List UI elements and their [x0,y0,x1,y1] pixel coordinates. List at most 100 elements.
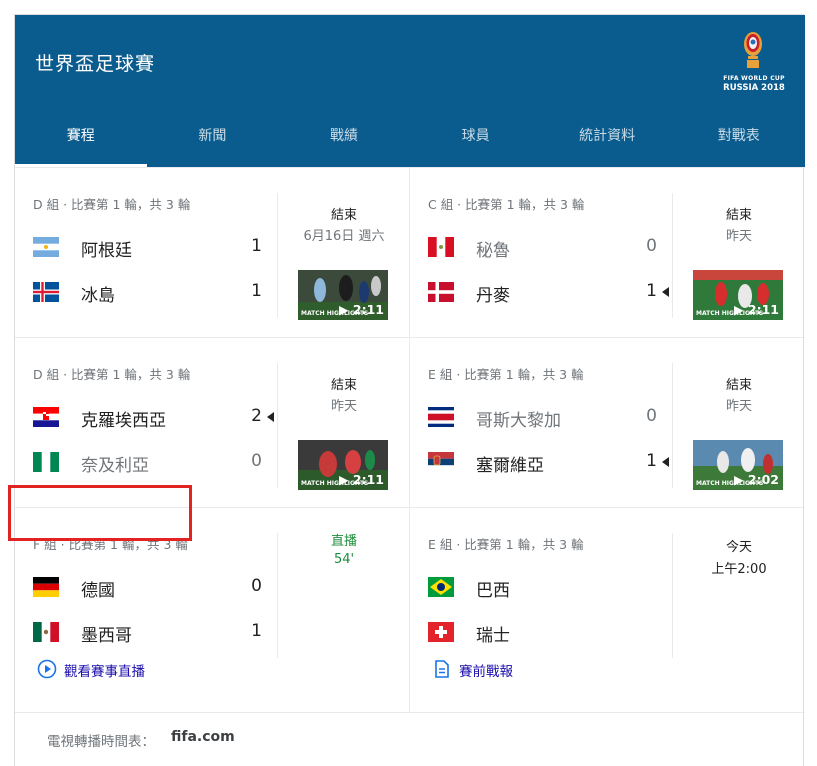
match-grid: D 組 · 比賽第 1 輪，共 3 輪 阿根廷 1 冰島 1 結束 6月16日 … [15,167,805,712]
trophy-icon [744,32,762,68]
team-name: 瑞士 [476,626,510,646]
watch-live-label: 觀看賽事直播 [64,664,145,680]
match-group-label: E 組 · 比賽第 1 輪，共 3 輪 [428,537,584,552]
home-team-row: 德國 0 [33,574,273,601]
team-name: 塞爾維亞 [476,456,544,476]
team-score: 0 [646,406,657,426]
tab-stats[interactable]: 統計資料 [541,115,673,167]
match-date: 昨天 [330,399,357,414]
home-team-row: 秘魯 0 [428,234,668,261]
tab-standings[interactable]: 戰績 [278,115,410,167]
team-name: 丹麥 [476,286,510,306]
match-card[interactable]: D 組 · 比賽第 1 輪，共 3 輪 克羅埃西亞 2 奈及利亞 0 結束 昨天 [15,337,410,507]
tab-players[interactable]: 球員 [410,115,542,167]
nigeria-flag-icon [33,452,59,472]
match-status: 結束 [725,208,752,223]
live-minute: 54' [333,552,355,567]
winner-indicator-icon [662,287,669,297]
world-cup-logo: FIFA WORLD CUP RUSSIA 2018 [723,31,785,93]
team-score: 0 [251,451,262,471]
match-group-label: C 組 · 比賽第 1 輪，共 3 輪 [428,197,585,212]
team-name: 哥斯大黎加 [476,411,561,431]
team-score: 1 [646,451,657,471]
tab-bracket[interactable]: 對戰表 [673,115,805,167]
video-duration: ▶ 2:11 [338,302,384,317]
team-name: 阿根廷 [81,241,132,261]
tab-schedule[interactable]: 賽程 [15,115,147,167]
card-header: 世界盃足球賽 FIFA WORLD CUP RUSSIA 2018 賽程 新聞 … [15,15,805,167]
document-icon [435,660,449,678]
winner-indicator-icon [267,412,274,422]
match-card[interactable]: D 組 · 比賽第 1 輪，共 3 輪 阿根廷 1 冰島 1 結束 6月16日 … [15,167,410,337]
broadcast-footer: 電視轉播時間表： fifa.com [15,712,805,766]
match-group-label: D 組 · 比賽第 1 輪，共 3 輪 [33,197,191,212]
iceland-flag-icon [33,282,59,302]
team-name: 德國 [81,581,115,601]
video-duration: ▶ 2:11 [733,302,779,317]
match-preview-label: 賽前戰報 [459,664,513,680]
highlight-video-thumbnail[interactable]: MATCH HIGHLIGHTS ▶ 2:11 [298,440,388,490]
highlight-video-thumbnail[interactable]: MATCH HIGHLIGHTS ▶ 2:11 [298,270,388,320]
match-status: 結束 [725,378,752,393]
winner-indicator-icon [662,457,669,467]
team-score: 0 [646,236,657,256]
match-date: 6月16日 週六 [303,229,385,244]
tab-bar: 賽程 新聞 戰績 球員 統計資料 對戰表 [15,115,805,167]
match-group-label: E 組 · 比賽第 1 輪，共 3 輪 [428,367,584,382]
match-day: 今天 [725,540,752,555]
away-team-row: 墨西哥 1 [33,619,273,646]
team-name: 秘魯 [476,241,510,261]
team-name: 冰島 [81,286,115,306]
highlight-video-thumbnail[interactable]: MATCH HIGHLIGHTS ▶ 2:11 [693,270,783,320]
match-time: 上午2:00 [711,562,767,577]
match-date: 昨天 [725,399,752,414]
team-score: 1 [251,236,262,256]
germany-flag-icon [33,577,59,597]
world-cup-card: 世界盃足球賽 FIFA WORLD CUP RUSSIA 2018 賽程 新聞 … [14,14,805,766]
match-date: 昨天 [725,229,752,244]
live-status: 直播 [330,534,357,549]
argentina-flag-icon [33,237,59,257]
costa-rica-flag-icon [428,407,454,427]
team-score: 0 [251,576,262,596]
home-team-row: 克羅埃西亞 2 [33,404,274,431]
home-team-row: 哥斯大黎加 0 [428,404,668,431]
home-team-row: 阿根廷 1 [33,234,273,261]
play-circle-icon [37,659,57,679]
home-team-row: 巴西 [428,574,668,601]
team-name: 墨西哥 [81,626,132,646]
team-score: 1 [251,281,262,301]
broadcast-schedule-label: 電視轉播時間表： [47,734,155,750]
brazil-flag-icon [428,577,454,597]
team-score: 1 [646,281,657,301]
away-team-row: 塞爾維亞 1 [428,449,669,476]
croatia-flag-icon [33,407,59,427]
match-status: 結束 [330,378,357,393]
away-team-row: 瑞士 [428,619,668,646]
video-duration: ▶ 2:02 [733,472,779,487]
away-team-row: 冰島 1 [33,279,273,306]
team-score: 2 [251,406,262,426]
denmark-flag-icon [428,282,454,302]
video-duration: ▶ 2:11 [338,472,384,487]
team-name: 克羅埃西亞 [81,411,166,431]
tab-news[interactable]: 新聞 [147,115,279,167]
mexico-flag-icon [33,622,59,642]
match-card[interactable]: E 組 · 比賽第 1 輪，共 3 輪 哥斯大黎加 0 塞爾維亞 1 結束 昨天 [410,337,805,507]
away-team-row: 奈及利亞 0 [33,449,273,476]
serbia-flag-icon [428,452,454,472]
peru-flag-icon [428,237,454,257]
match-group-label: D 組 · 比賽第 1 輪，共 3 輪 [33,367,191,382]
team-name: 奈及利亞 [81,456,149,476]
team-score: 1 [251,621,262,641]
switzerland-flag-icon [428,622,454,642]
highlight-video-thumbnail[interactable]: MATCH HIGHLIGHTS ▶ 2:02 [693,440,783,490]
fifa-link[interactable]: fifa.com [171,729,235,745]
match-status: 結束 [330,208,357,223]
match-card[interactable]: E 組 · 比賽第 1 輪，共 3 輪 巴西 瑞士 今天 上午2:00 賽前戰報 [410,507,805,712]
away-team-row: 丹麥 1 [428,279,669,306]
match-card[interactable]: C 組 · 比賽第 1 輪，共 3 輪 秘魯 0 丹麥 1 結束 昨天 MATC… [410,167,805,337]
page-title: 世界盃足球賽 [35,53,156,75]
team-name: 巴西 [476,581,510,601]
highlight-annotation-box [8,485,192,541]
